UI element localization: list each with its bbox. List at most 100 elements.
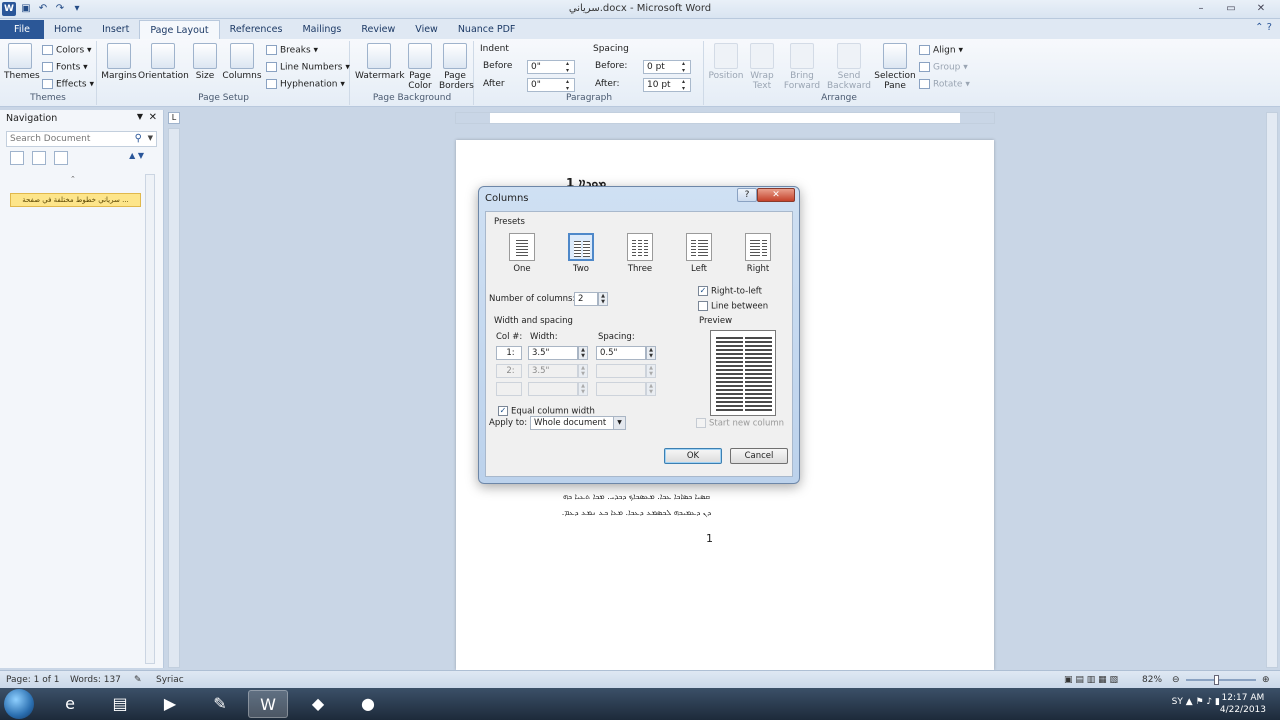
nav-heading-item[interactable]: ﺳﺮﯾﺎﻧﻲ ﺧﻄﻮط ﻣﺨﺘﻠﻔﺔ ﻓﻲ ﺻﻔﺤﺔ ... xyxy=(10,193,141,207)
page-borders-button[interactable]: Page Borders xyxy=(439,43,474,91)
internet-explorer-icon[interactable]: e xyxy=(50,690,90,718)
col-2-spacing-spinner[interactable]: ▲ ▼ xyxy=(646,364,656,378)
right-to-left-checkbox[interactable]: ✓ Right-to-left xyxy=(698,286,762,297)
orientation-button[interactable]: Orientation xyxy=(138,43,189,81)
browse-headings-icon[interactable] xyxy=(10,151,24,165)
col-3-width-input[interactable] xyxy=(528,382,578,396)
col-2-width-spinner[interactable]: ▲ ▼ xyxy=(578,364,588,378)
search-document-input[interactable]: Search Document ⚲ ▼ xyxy=(6,131,157,147)
tab-nuance-pdf[interactable]: Nuance PDF xyxy=(448,20,526,39)
preset-one[interactable]: One xyxy=(500,233,544,274)
tab-selector-icon[interactable]: L xyxy=(168,112,180,124)
media-player-icon[interactable]: ▶ xyxy=(150,690,190,718)
tab-insert[interactable]: Insert xyxy=(92,20,139,39)
selection-pane-button[interactable]: Selection Pane xyxy=(873,43,917,91)
hyphenation-button[interactable]: Hyphenation ▾ xyxy=(266,79,345,90)
group-button[interactable]: Group ▾ xyxy=(919,62,968,73)
themes-button[interactable]: Themes xyxy=(4,43,40,81)
view-buttons[interactable]: ▣ ▤ ▥ ▦ ▧ xyxy=(1064,675,1118,685)
navigation-options-icon[interactable]: ▼ xyxy=(137,112,143,121)
col-3-width-spinner[interactable]: ▲ ▼ xyxy=(578,382,588,396)
number-of-columns-spinner[interactable]: ▲ ▼ xyxy=(598,292,608,306)
col-2-spacing-input[interactable] xyxy=(596,364,646,378)
col-1-width-input[interactable]: 3.5" xyxy=(528,346,578,360)
tab-view[interactable]: View xyxy=(405,20,448,39)
clock[interactable]: 12:17 AM 4/22/2013 xyxy=(1220,692,1266,716)
col-2-width-input[interactable]: 3.5" xyxy=(528,364,578,378)
minimize-icon[interactable]: – xyxy=(1186,0,1216,17)
size-button[interactable]: Size xyxy=(192,43,218,81)
tab-mailings[interactable]: Mailings xyxy=(292,20,351,39)
page-color-button[interactable]: Page Color xyxy=(405,43,435,91)
vertical-scrollbar[interactable] xyxy=(1266,112,1278,668)
start-button-icon[interactable] xyxy=(4,689,34,719)
prev-next-icon[interactable]: ▲ ▼ xyxy=(129,151,144,165)
line-numbers-button[interactable]: Line Numbers ▾ xyxy=(266,62,350,73)
maximize-icon[interactable]: ▭ xyxy=(1216,0,1246,17)
ribbon-help-icon[interactable]: ⌃ ? xyxy=(1255,22,1272,33)
horizontal-ruler[interactable] xyxy=(455,112,995,124)
tray-icons[interactable]: ▲ ⚑ ♪ ▮ xyxy=(1186,697,1220,707)
col-1-spacing-spinner[interactable]: ▲ ▼ xyxy=(646,346,656,360)
bring-forward-button[interactable]: Bring Forward xyxy=(781,43,823,91)
spacing-before-input[interactable]: 0 pt xyxy=(643,60,691,74)
spacing-after-input[interactable]: 10 pt xyxy=(643,78,691,92)
zoom-out-icon[interactable]: ⊖ xyxy=(1172,675,1180,685)
cancel-button[interactable]: Cancel xyxy=(730,448,788,464)
search-icon[interactable]: ⚲ xyxy=(135,133,142,144)
zoom-slider[interactable] xyxy=(1186,679,1256,681)
tab-home[interactable]: Home xyxy=(44,20,92,39)
fonts-button[interactable]: Fonts ▾ xyxy=(42,62,88,73)
tab-page-layout[interactable]: Page Layout xyxy=(139,20,220,39)
zoom-slider-knob[interactable] xyxy=(1214,675,1219,685)
col-1-width-spinner[interactable]: ▲ ▼ xyxy=(578,346,588,360)
language-indicator[interactable]: SY xyxy=(1172,697,1183,707)
zoom-level[interactable]: 82% xyxy=(1142,675,1162,685)
equal-column-width-checkbox[interactable]: ✓ Equal column width xyxy=(498,406,595,417)
colors-button[interactable]: Colors ▾ xyxy=(42,45,92,56)
ok-button[interactable]: OK xyxy=(664,448,722,464)
language-status[interactable]: Syriac xyxy=(156,675,184,685)
browse-pages-icon[interactable] xyxy=(31,151,46,165)
col-3-spacing-spinner[interactable]: ▲ ▼ xyxy=(646,382,656,396)
camera-taskbar-icon[interactable]: ● xyxy=(348,690,388,718)
indent-left-input[interactable]: 0" xyxy=(527,60,575,74)
close-window-icon[interactable]: ✕ xyxy=(1246,0,1276,17)
columns-button[interactable]: Columns xyxy=(222,43,262,81)
proofing-icon[interactable]: ✎ xyxy=(134,675,142,685)
apply-to-select[interactable]: Whole document ▼ xyxy=(530,416,626,430)
tab-references[interactable]: References xyxy=(220,20,293,39)
zoom-in-icon[interactable]: ⊕ xyxy=(1262,675,1270,685)
col-1-spacing-input[interactable]: 0.5" xyxy=(596,346,646,360)
word-taskbar-icon[interactable]: W xyxy=(248,690,288,718)
dialog-close-button[interactable]: ✕ xyxy=(757,188,795,202)
tab-review[interactable]: Review xyxy=(351,20,405,39)
navigation-scrollbar[interactable] xyxy=(145,174,155,664)
col-3-spacing-input[interactable] xyxy=(596,382,646,396)
align-button[interactable]: Align ▾ xyxy=(919,45,963,56)
indent-right-input[interactable]: 0" xyxy=(527,78,575,92)
vertical-ruler[interactable] xyxy=(168,128,180,668)
app-taskbar-icon[interactable]: ◆ xyxy=(298,690,338,718)
number-of-columns-input[interactable]: 2 xyxy=(574,292,598,306)
preset-three[interactable]: Three xyxy=(618,233,662,274)
dialog-help-button[interactable]: ? xyxy=(737,188,757,202)
close-navigation-icon[interactable]: ✕ xyxy=(149,112,157,123)
preset-left[interactable]: Left xyxy=(677,233,721,274)
file-explorer-icon[interactable]: ▤ xyxy=(100,690,140,718)
breaks-button[interactable]: Breaks ▾ xyxy=(266,45,318,56)
browse-results-icon[interactable] xyxy=(53,151,68,165)
paint-icon[interactable]: ✎ xyxy=(200,690,240,718)
position-button[interactable]: Position xyxy=(707,43,745,81)
preset-right[interactable]: Right xyxy=(736,233,780,274)
page-count-status[interactable]: Page: 1 of 1 xyxy=(6,675,60,685)
send-backward-button[interactable]: Send Backward xyxy=(827,43,871,91)
word-count-status[interactable]: Words: 137 xyxy=(70,675,121,685)
rotate-button[interactable]: Rotate ▾ xyxy=(919,79,970,90)
search-options-icon[interactable]: ▼ xyxy=(148,134,153,142)
effects-button[interactable]: Effects ▾ xyxy=(42,79,94,90)
margins-button[interactable]: Margins xyxy=(100,43,138,81)
wrap-text-button[interactable]: Wrap Text xyxy=(747,43,777,91)
watermark-button[interactable]: Watermark xyxy=(355,43,405,81)
line-between-checkbox[interactable]: Line between xyxy=(698,301,768,312)
